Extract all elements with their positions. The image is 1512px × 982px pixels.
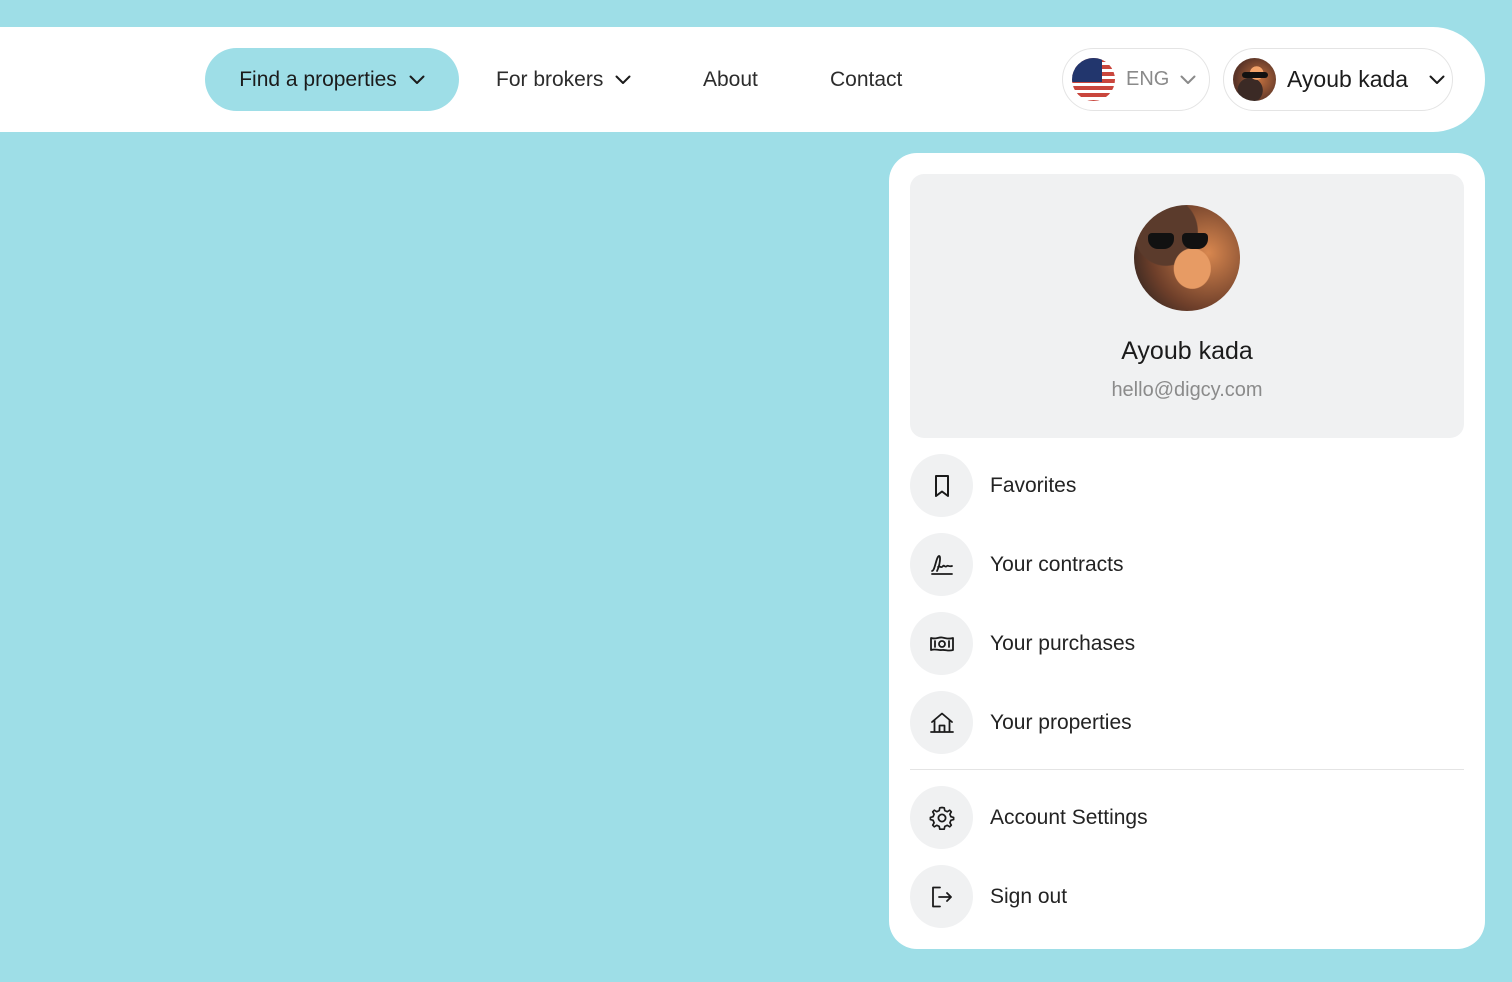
banknote-icon: [910, 612, 973, 675]
menu-item-label: Sign out: [990, 884, 1068, 908]
chevron-down-icon: [409, 75, 425, 84]
menu-item-account-settings[interactable]: Account Settings: [910, 786, 1464, 849]
contact-label: Contact: [830, 67, 903, 91]
top-navbar: Find a properties For brokers About Cont…: [0, 27, 1485, 132]
sign-out-icon: [910, 865, 973, 928]
home-icon: [910, 691, 973, 754]
menu-item-properties[interactable]: Your properties: [910, 691, 1464, 754]
menu-item-favorites[interactable]: Favorites: [910, 454, 1464, 517]
chevron-down-icon: [1429, 75, 1445, 84]
menu-item-label: Your purchases: [990, 631, 1136, 655]
menu-item-label: Your properties: [990, 710, 1132, 734]
language-label: ENG: [1126, 68, 1170, 90]
profile-avatar: [1134, 205, 1240, 311]
menu-item-label: Account Settings: [990, 805, 1148, 829]
about-link[interactable]: About: [703, 48, 758, 111]
find-properties-button[interactable]: Find a properties: [205, 48, 459, 111]
gear-icon: [910, 786, 973, 849]
signature-icon: [910, 533, 973, 596]
profile-email: hello@digcy.com: [1111, 379, 1263, 401]
bookmark-icon: [910, 454, 973, 517]
menu-item-label: Favorites: [990, 473, 1077, 497]
user-menu-button[interactable]: Ayoub kada: [1223, 48, 1453, 111]
for-brokers-link[interactable]: For brokers: [496, 48, 631, 111]
for-brokers-label: For brokers: [496, 67, 604, 91]
menu-divider: [910, 769, 1464, 770]
chevron-down-icon: [1180, 75, 1196, 84]
find-properties-label: Find a properties: [239, 67, 397, 91]
contact-link[interactable]: Contact: [830, 48, 902, 111]
chevron-down-icon: [615, 75, 631, 84]
user-name: Ayoub kada: [1287, 66, 1409, 92]
menu-item-sign-out[interactable]: Sign out: [910, 865, 1464, 928]
profile-name: Ayoub kada: [1121, 337, 1253, 365]
menu-item-contracts[interactable]: Your contracts: [910, 533, 1464, 596]
menu-item-purchases[interactable]: Your purchases: [910, 612, 1464, 675]
us-flag-icon: [1072, 58, 1115, 101]
about-label: About: [703, 67, 758, 91]
avatar: [1233, 58, 1276, 101]
user-dropdown-menu: Ayoub kada hello@digcy.com Favorites You…: [889, 153, 1485, 949]
language-selector[interactable]: ENG: [1062, 48, 1210, 111]
profile-card: Ayoub kada hello@digcy.com: [910, 174, 1464, 438]
menu-item-label: Your contracts: [990, 552, 1124, 576]
